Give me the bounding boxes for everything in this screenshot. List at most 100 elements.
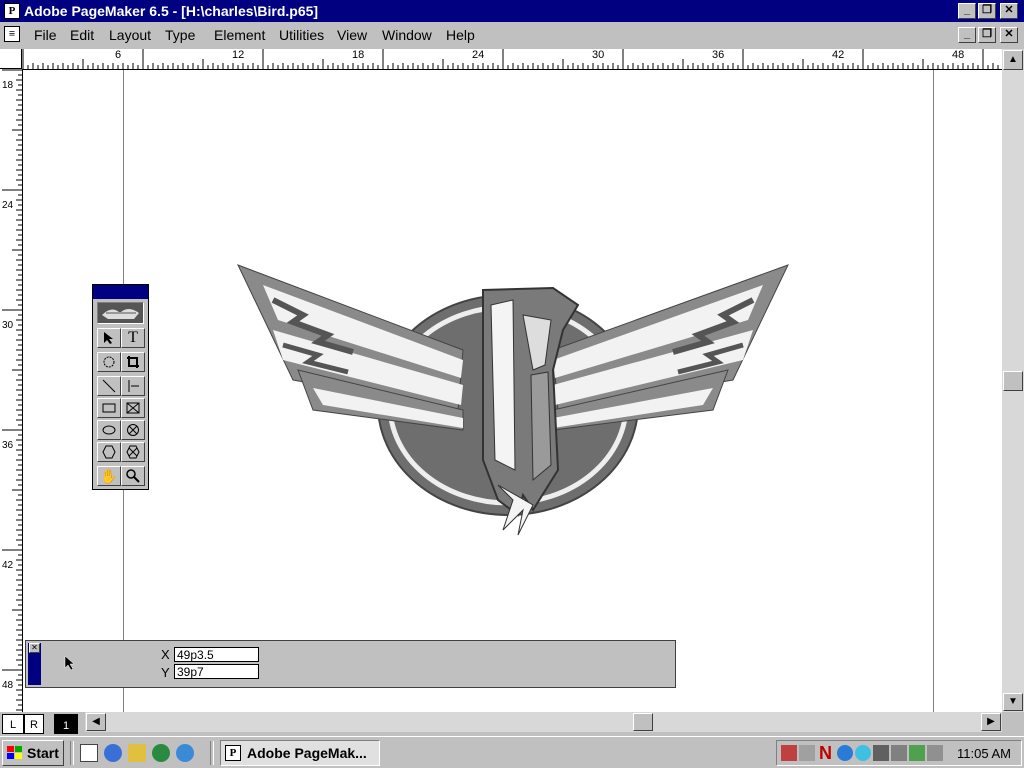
pointer-icon: [64, 655, 75, 671]
tray-icon[interactable]: [927, 745, 943, 761]
margin-guide-right[interactable]: [933, 70, 934, 712]
vruler-label: 18: [2, 80, 14, 91]
minimize-button[interactable]: _: [958, 3, 976, 19]
rectangle-frame-tool-icon[interactable]: [121, 398, 145, 418]
windows-logo-icon: [7, 746, 22, 759]
toolbox-palette[interactable]: T ✋: [92, 284, 149, 490]
taskbar-button-label: Adobe PageMak...: [247, 745, 367, 761]
hruler-label: 30: [592, 49, 605, 61]
vruler-label: 48: [2, 680, 14, 691]
document-icon[interactable]: ≡: [4, 26, 20, 42]
rectangle-tool-icon[interactable]: [97, 398, 121, 418]
menu-element[interactable]: Element: [214, 27, 265, 43]
y-label: Y: [161, 665, 170, 680]
menu-view[interactable]: View: [337, 27, 367, 43]
polygon-frame-tool-icon[interactable]: [121, 442, 145, 462]
page-tab-area: L R 1: [0, 712, 85, 736]
bird-logo-graphic[interactable]: [233, 260, 793, 540]
system-tray: N 11:05 AM: [776, 740, 1022, 766]
scroll-up-arrow-icon[interactable]: ▲: [1003, 50, 1023, 70]
text-tool-icon[interactable]: T: [121, 328, 145, 348]
ellipse-frame-tool-icon[interactable]: [121, 420, 145, 440]
menu-help[interactable]: Help: [446, 27, 475, 43]
x-label: X: [161, 647, 170, 662]
scroll-right-arrow-icon[interactable]: ▶: [981, 713, 1001, 731]
menu-bar: ≡ File Edit Layout Type Element Utilitie…: [0, 23, 1024, 47]
doc-restore-button[interactable]: ❐: [978, 27, 996, 43]
tray-icon[interactable]: [837, 745, 853, 761]
vruler-label: 24: [2, 200, 14, 211]
doc-minimize-button[interactable]: _: [958, 27, 976, 43]
doc-close-button[interactable]: ✕: [1000, 27, 1018, 43]
page-canvas[interactable]: [23, 70, 1002, 712]
vertical-ruler[interactable]: 18 24 30 36 42 48: [0, 69, 23, 712]
clock[interactable]: 11:05 AM: [957, 746, 1011, 761]
zoom-tool-icon[interactable]: [121, 466, 145, 486]
horizontal-scroll-thumb[interactable]: [633, 713, 653, 731]
x-position-field[interactable]: 49p3.5: [174, 647, 259, 662]
hruler-label: 48: [952, 49, 965, 61]
internet-explorer-quicklaunch-icon[interactable]: [104, 744, 122, 762]
start-button[interactable]: Start: [2, 740, 64, 766]
ellipse-tool-icon[interactable]: [97, 420, 121, 440]
logo-left-wing: [237, 264, 464, 431]
polygon-tool-icon[interactable]: [97, 442, 121, 462]
hruler-label: 12: [232, 49, 245, 61]
line-tool-icon[interactable]: [97, 376, 121, 396]
menu-layout[interactable]: Layout: [109, 27, 151, 43]
vertical-scrollbar[interactable]: ▲ ▼: [1002, 49, 1024, 712]
taskbar-pagemaker-button[interactable]: P Adobe PageMak...: [220, 740, 380, 766]
menu-file[interactable]: File: [34, 27, 57, 43]
menu-utilities[interactable]: Utilities: [279, 27, 324, 43]
window-title: Adobe PageMaker 6.5 - [H:\charles\Bird.p…: [24, 3, 319, 19]
search-quicklaunch-icon[interactable]: [128, 744, 146, 762]
restore-button[interactable]: ❐: [978, 3, 996, 19]
toolbox-preview-icon: [97, 302, 144, 324]
hruler-label: 42: [832, 49, 845, 61]
tray-icon[interactable]: [909, 745, 925, 761]
left-master-page-tab[interactable]: L: [2, 714, 24, 734]
vertical-scroll-thumb[interactable]: [1003, 371, 1023, 391]
volume-icon[interactable]: [891, 745, 907, 761]
y-position-field[interactable]: 39p7: [174, 664, 259, 679]
vruler-label: 30: [2, 320, 14, 331]
tray-icon[interactable]: [855, 745, 871, 761]
menu-window[interactable]: Window: [382, 27, 432, 43]
scroll-left-arrow-icon[interactable]: ◀: [86, 713, 106, 731]
globe-quicklaunch-icon[interactable]: [152, 744, 170, 762]
start-label: Start: [27, 745, 59, 761]
hruler-label: 18: [352, 49, 365, 61]
toolbox-title-bar[interactable]: [93, 285, 148, 299]
control-palette[interactable]: ✕ X 49p3.5 Y 39p7: [25, 640, 676, 688]
vertical-ruler-ticks: [2, 69, 22, 711]
horizontal-ruler[interactable]: 6 12 18 24 30 36 42 48: [22, 49, 1002, 70]
vruler-label: 42: [2, 560, 14, 571]
close-button[interactable]: ✕: [1000, 3, 1018, 19]
pointer-tool-icon[interactable]: [97, 328, 121, 348]
menu-edit[interactable]: Edit: [70, 27, 94, 43]
title-bar[interactable]: P Adobe PageMaker 6.5 - [H:\charles\Bird…: [0, 0, 1024, 22]
taskbar: Start P Adobe PageMak... N 11:05 AM: [0, 736, 1024, 768]
tray-icon[interactable]: [799, 745, 815, 761]
hand-tool-icon[interactable]: ✋: [97, 466, 121, 486]
constrained-line-tool-icon[interactable]: [121, 376, 145, 396]
page-1-tab[interactable]: 1: [54, 714, 78, 734]
close-icon[interactable]: ✕: [29, 643, 40, 653]
pagemaker-icon[interactable]: P: [4, 3, 20, 19]
rotate-tool-icon[interactable]: [97, 352, 121, 372]
crop-tool-icon[interactable]: [121, 352, 145, 372]
horizontal-scrollbar[interactable]: ◀ ▶: [85, 712, 1002, 732]
notepad-quicklaunch-icon[interactable]: [80, 744, 98, 762]
logo-right-wing: [552, 264, 789, 431]
tray-icon[interactable]: [873, 745, 889, 761]
ruler-origin[interactable]: [0, 49, 22, 69]
network-quicklaunch-icon[interactable]: [176, 744, 194, 762]
hruler-label: 6: [115, 49, 122, 61]
menu-type[interactable]: Type: [165, 27, 195, 43]
netscape-tray-icon[interactable]: N: [819, 743, 832, 764]
scroll-down-arrow-icon[interactable]: ▼: [1003, 693, 1023, 711]
right-master-page-tab[interactable]: R: [24, 714, 44, 734]
tray-icon[interactable]: [781, 745, 797, 761]
vruler-label: 36: [2, 440, 14, 451]
horizontal-ruler-ticks: [22, 49, 999, 69]
